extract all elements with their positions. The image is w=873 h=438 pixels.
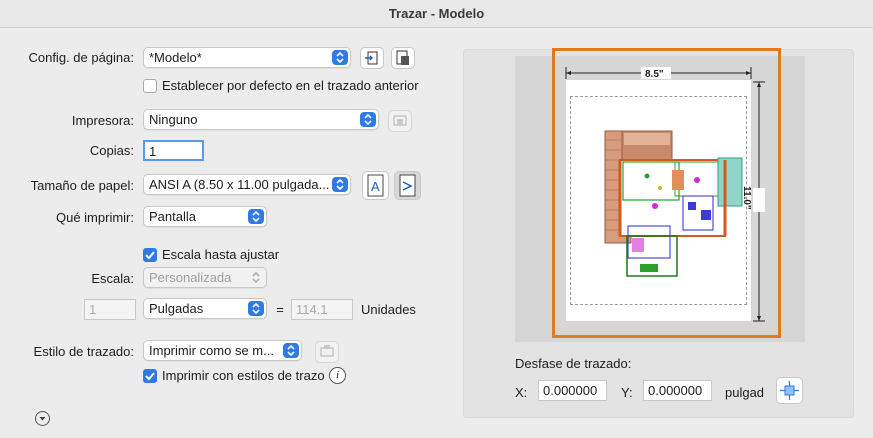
plot-style-label: Estilo de trazado: — [33, 344, 134, 359]
scale-units-value: Pulgadas — [149, 301, 204, 316]
svg-text:A: A — [371, 179, 380, 194]
checkmark-icon — [145, 372, 155, 381]
copies-input[interactable]: 1 — [143, 140, 204, 161]
printer-properties-icon — [393, 115, 407, 126]
scale-label: Escala: — [91, 271, 134, 286]
portrait-icon: A — [367, 174, 384, 197]
printer-label: Impresora: — [71, 113, 134, 128]
offset-x-input[interactable]: 0.000000 — [538, 380, 607, 401]
paper-size-select[interactable]: ANSI A (8.50 x 11.00 pulgada... — [143, 174, 351, 195]
page-setup-value: *Modelo* — [149, 50, 202, 65]
landscape-button[interactable] — [394, 171, 421, 200]
set-default-checkbox[interactable] — [143, 79, 157, 93]
portrait-button[interactable]: A — [362, 171, 389, 200]
preview-highlight-frame — [552, 48, 781, 338]
scale-units-select[interactable]: Pulgadas — [143, 298, 267, 319]
chevron-updown-icon — [283, 343, 299, 358]
scale-left-input[interactable]: 1 — [84, 299, 136, 320]
chevron-updown-icon — [332, 50, 348, 65]
plot-style-select[interactable]: Imprimir como se m... — [143, 340, 302, 361]
edit-plot-style-icon — [320, 345, 334, 357]
checkmark-icon — [145, 251, 155, 260]
info-icon[interactable]: i — [329, 367, 346, 384]
offset-y-input[interactable]: 0.000000 — [643, 380, 712, 401]
import-page-setup-button[interactable] — [360, 47, 384, 69]
scale-select[interactable]: Personalizada — [143, 267, 267, 288]
expand-options-button[interactable] — [35, 411, 50, 426]
scale-value: Personalizada — [149, 270, 232, 285]
chevron-updown-icon — [248, 270, 264, 285]
chevron-updown-icon — [360, 112, 376, 127]
chevron-updown-icon — [332, 177, 348, 192]
chevron-updown-icon — [248, 301, 264, 316]
paper-size-label: Tamaño de papel: — [30, 178, 134, 193]
set-default-label: Establecer por defecto en el trazado ant… — [162, 78, 419, 93]
plot-with-styles-label: Imprimir con estilos de trazo — [162, 368, 325, 383]
fit-scale-label: Escala hasta ajustar — [162, 247, 280, 262]
chevron-down-icon — [39, 417, 46, 421]
page-setup-label: Config. de página: — [28, 50, 134, 65]
printer-value: Ninguno — [149, 112, 198, 127]
what-to-print-select[interactable]: Pantalla — [143, 206, 267, 227]
center-plot-button[interactable] — [776, 377, 803, 404]
what-to-print-value: Pantalla — [149, 209, 196, 224]
what-to-print-label: Qué imprimir: — [55, 210, 134, 225]
plot-with-styles-checkbox[interactable] — [143, 369, 157, 383]
window-title: Trazar - Modelo — [0, 0, 873, 28]
scale-right-input[interactable]: 114.1 — [291, 299, 353, 320]
landscape-icon — [399, 174, 416, 197]
chevron-updown-icon — [248, 209, 264, 224]
page-setup-select[interactable]: *Modelo* — [143, 47, 351, 68]
printer-select[interactable]: Ninguno — [143, 109, 379, 130]
paper-size-value: ANSI A (8.50 x 11.00 pulgada... — [149, 177, 330, 192]
page-setup-manager-button[interactable] — [391, 47, 415, 69]
scale-units-label: Unidades — [361, 302, 416, 317]
plot-style-value: Imprimir como se m... — [149, 343, 274, 358]
offset-x-label: X: — [515, 385, 528, 400]
equals-sign: = — [276, 302, 284, 317]
copies-label: Copias: — [89, 143, 134, 158]
offset-units-label: pulgad — [725, 385, 765, 400]
fit-scale-checkbox[interactable] — [143, 248, 157, 262]
offset-label: Desfase de trazado: — [515, 356, 632, 371]
import-icon — [365, 51, 378, 65]
center-plot-icon — [780, 381, 799, 400]
edit-plot-style-button[interactable] — [315, 341, 339, 363]
printer-properties-button[interactable] — [388, 110, 412, 132]
offset-y-label: Y: — [621, 385, 633, 400]
page-setup-icon — [396, 50, 409, 65]
